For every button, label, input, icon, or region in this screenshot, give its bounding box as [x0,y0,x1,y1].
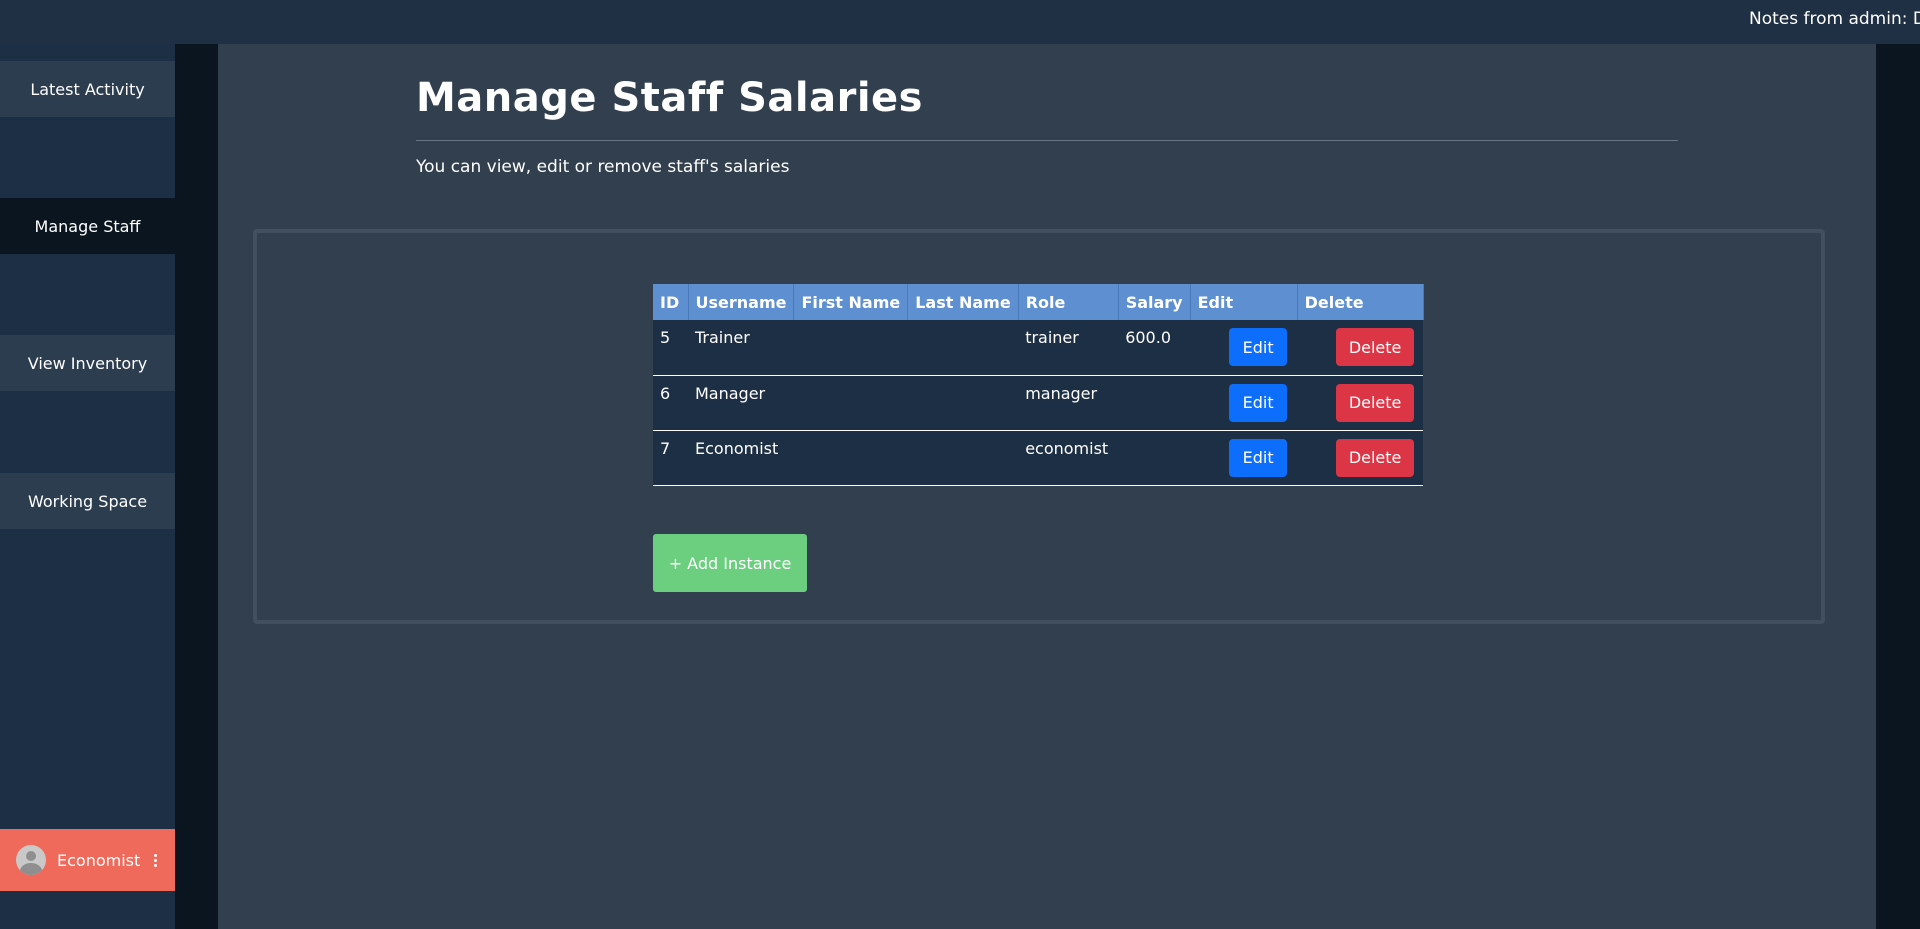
table-row: 5 Trainer trainer 600.0 Edit Delete [653,320,1424,376]
cell-username: Trainer [688,320,794,376]
cell-delete: Delete [1297,320,1424,376]
salary-table: ID Username First Name Last Name Role Sa… [653,284,1424,486]
sidebar-item-label: Latest Activity [30,79,145,99]
cell-role: trainer [1018,320,1119,376]
cell-salary [1118,430,1191,486]
sidebar-item-working-space[interactable]: Working Space [0,473,175,529]
column-header-role: Role [1018,284,1119,320]
cell-last-name [907,430,1019,486]
right-gutter [1876,44,1920,929]
sidebar-item-manage-staff[interactable]: Manage Staff [0,198,175,254]
column-header-first-name: First Name [793,284,909,320]
left-gutter [175,44,218,929]
delete-button[interactable]: Delete [1336,438,1415,477]
sidebar-item-view-inventory[interactable]: View Inventory [0,335,175,391]
column-header-salary: Salary [1118,284,1191,320]
cell-id: 7 [653,430,688,486]
user-avatar-icon [16,845,46,875]
user-menu[interactable]: Economist [0,829,175,891]
title-divider [416,140,1678,141]
edit-button[interactable]: Edit [1229,383,1288,422]
delete-button[interactable]: Delete [1336,328,1415,367]
column-header-last-name: Last Name [907,284,1019,320]
cell-edit: Edit [1190,375,1298,431]
table-header-row: ID Username First Name Last Name Role Sa… [653,284,1424,320]
cell-first-name [793,375,908,431]
cell-role: economist [1018,430,1119,486]
top-bar: Notes from admin: Do [0,0,1920,44]
cell-username: Economist [688,430,794,486]
edit-button[interactable]: Edit [1229,438,1288,477]
column-header-delete: Delete [1297,284,1424,320]
cell-delete: Delete [1297,430,1424,486]
cell-id: 5 [653,320,688,376]
cell-edit: Edit [1190,430,1298,486]
sidebar-item-label: View Inventory [27,353,148,373]
column-header-edit: Edit [1190,284,1298,320]
user-name: Economist [57,850,141,870]
sidebar-item-label: Working Space [27,491,148,511]
cell-role: manager [1018,375,1119,431]
cell-delete: Delete [1297,375,1424,431]
sidebar: Latest Activity Manage Staff View Invent… [0,44,175,929]
table-row: 6 Manager manager Edit Delete [653,375,1424,431]
main-content: Manage Staff Salaries You can view, edit… [218,44,1876,929]
cell-salary [1118,375,1191,431]
cell-salary: 600.0 [1118,320,1191,376]
cell-id: 6 [653,375,688,431]
add-instance-button[interactable]: + Add Instance [653,534,807,592]
sidebar-item-latest-activity[interactable]: Latest Activity [0,61,175,117]
salary-panel: ID Username First Name Last Name Role Sa… [253,229,1825,624]
column-header-username: Username [688,284,795,320]
sidebar-item-label: Manage Staff [34,216,141,236]
cell-first-name [793,430,908,486]
cell-last-name [907,375,1019,431]
admin-notes-marquee: Notes from admin: Do [1749,9,1920,29]
column-header-id: ID [653,284,689,320]
kebab-menu-icon[interactable] [154,853,158,867]
delete-button[interactable]: Delete [1336,383,1415,422]
page-subtitle: You can view, edit or remove staff's sal… [416,157,790,177]
edit-button[interactable]: Edit [1229,328,1288,367]
cell-username: Manager [688,375,794,431]
cell-last-name [907,320,1019,376]
cell-edit: Edit [1190,320,1298,376]
table-row: 7 Economist economist Edit Delete [653,430,1424,486]
cell-first-name [793,320,908,376]
page-title: Manage Staff Salaries [416,75,923,121]
